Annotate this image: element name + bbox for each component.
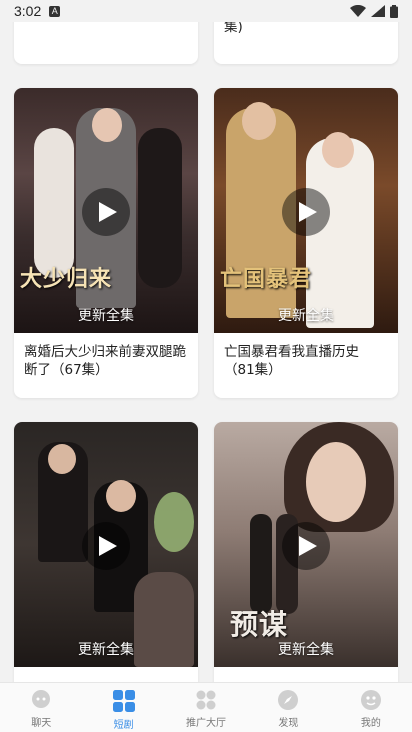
update-badge: 更新全集 bbox=[78, 308, 134, 324]
play-icon[interactable] bbox=[82, 522, 130, 570]
drama-card[interactable]: 亡国暴君 更新全集 亡国暴君看我直播历史（81集） bbox=[214, 88, 398, 398]
status-bar: 3:02 A bbox=[0, 0, 412, 22]
poster-overlay-title: 预谋 bbox=[230, 608, 289, 641]
notification-icon: A bbox=[49, 5, 61, 17]
tab-promotion-hall[interactable]: 推广大厅 bbox=[165, 683, 247, 732]
tab-label: 发现 bbox=[278, 718, 299, 729]
apps-icon bbox=[196, 690, 216, 710]
poster-image: 大少归来 更新全集 bbox=[14, 88, 198, 333]
profile-icon bbox=[360, 690, 381, 710]
battery-icon bbox=[390, 4, 398, 18]
card-title: 亡国暴君看我直播历史（81集） bbox=[224, 344, 359, 378]
tab-profile[interactable]: 我的 bbox=[330, 683, 412, 732]
drama-card[interactable]: 大少归来 更新全集 离婚后大少归来前妻双腿跪断了（67集） bbox=[14, 88, 198, 398]
drama-card[interactable]: 预谋 更新全集 bbox=[214, 422, 398, 682]
update-badge: 更新全集 bbox=[278, 308, 334, 324]
signal-icon bbox=[371, 5, 385, 17]
play-icon[interactable] bbox=[82, 188, 130, 236]
tab-label: 我的 bbox=[360, 718, 381, 729]
drama-card[interactable]: 更新全集 bbox=[14, 422, 198, 682]
chat-icon bbox=[32, 690, 51, 708]
compass-icon bbox=[278, 690, 299, 710]
tab-label: 聊天 bbox=[31, 718, 52, 729]
status-time: 3:02 bbox=[14, 3, 42, 19]
update-badge: 更新全集 bbox=[78, 642, 134, 658]
play-icon[interactable] bbox=[282, 188, 330, 236]
card-title: 离婚后大少归来前妻双腿跪断了（67集） bbox=[24, 344, 186, 378]
poster-overlay-title: 大少归来 bbox=[20, 266, 113, 292]
tab-label: 短剧 bbox=[113, 720, 134, 731]
poster-overlay-title: 亡国暴君 bbox=[220, 266, 313, 292]
tab-short-drama[interactable]: 短剧 bbox=[82, 683, 164, 732]
update-badge: 更新全集 bbox=[278, 642, 334, 658]
poster-image: 预谋 更新全集 bbox=[214, 422, 398, 667]
grid-icon bbox=[112, 690, 135, 712]
wifi-icon bbox=[350, 5, 366, 17]
poster-image: 更新全集 bbox=[14, 422, 198, 667]
tab-label: 推广大厅 bbox=[186, 718, 227, 729]
drama-feed[interactable]: 集) 大少归来 更新全集 离婚后大少归来前妻双腿跪断了（67集） 亡国暴君 更新… bbox=[0, 0, 412, 682]
play-icon[interactable] bbox=[282, 522, 330, 570]
poster-image: 亡国暴君 更新全集 bbox=[214, 88, 398, 333]
tab-discover[interactable]: 发现 bbox=[247, 683, 329, 732]
bottom-tab-bar: 聊天 短剧 推广大厅 发现 我的 bbox=[0, 682, 412, 732]
tab-chat[interactable]: 聊天 bbox=[0, 683, 82, 732]
